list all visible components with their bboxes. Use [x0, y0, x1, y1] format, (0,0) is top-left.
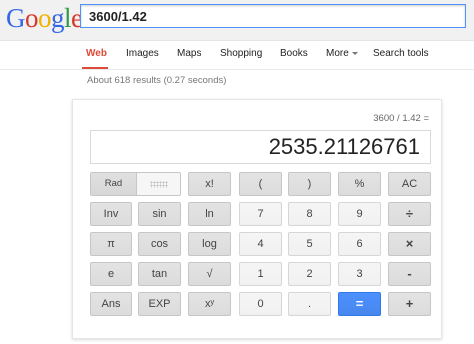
deg-button[interactable] [137, 173, 180, 195]
deg-dots-icon [150, 181, 168, 188]
calc-button-cos[interactable]: cos [138, 232, 181, 256]
calc-button-5[interactable]: 5 [288, 232, 331, 256]
logo-letter: o [25, 3, 39, 33]
calc-button-6[interactable]: 6 [338, 232, 381, 256]
calc-button-2[interactable]: 2 [288, 262, 331, 286]
caret-down-icon [351, 51, 358, 55]
calc-button-ans[interactable]: Ans [90, 292, 132, 316]
tab-more-label: More [326, 48, 349, 59]
calc-button-divide[interactable]: ÷ [388, 202, 431, 226]
calc-button-exp[interactable]: EXP [138, 292, 181, 316]
calc-history: 3600 / 1.42 = [373, 113, 429, 124]
calc-button-clear[interactable]: AC [388, 172, 431, 196]
calc-button-power[interactable]: xʸ [188, 292, 231, 316]
logo-letter: G [6, 3, 26, 33]
calc-button-inv[interactable]: Inv [90, 202, 132, 226]
calc-button-tan[interactable]: tan [138, 262, 181, 286]
logo-letter: o [38, 3, 52, 33]
calc-button-0[interactable]: 0 [239, 292, 282, 316]
search-input[interactable] [80, 4, 466, 28]
calc-button-e[interactable]: e [90, 262, 132, 286]
tab-maps[interactable]: Maps [177, 48, 201, 59]
tab-books[interactable]: Books [280, 48, 308, 59]
tab-web[interactable]: Web [86, 48, 107, 59]
calc-button-pi[interactable]: π [90, 232, 132, 256]
header-bar: Google [0, 0, 474, 41]
calc-button-4[interactable]: 4 [239, 232, 282, 256]
angle-mode-toggle: Rad [90, 172, 181, 196]
calc-button-9[interactable]: 9 [338, 202, 381, 226]
tab-images[interactable]: Images [126, 48, 159, 59]
calc-button-percent[interactable]: % [338, 172, 381, 196]
calc-button-close-paren[interactable]: ) [288, 172, 331, 196]
calc-button-log[interactable]: log [188, 232, 231, 256]
logo-letter: g [51, 3, 65, 33]
rad-button[interactable]: Rad [91, 173, 137, 195]
calc-button-minus[interactable]: - [388, 262, 431, 286]
logo-letter: l [64, 3, 72, 33]
calc-button-decimal[interactable]: . [288, 292, 331, 316]
calc-button-plus[interactable]: + [388, 292, 431, 316]
tab-more[interactable]: More [326, 48, 358, 59]
calc-button-1[interactable]: 1 [239, 262, 282, 286]
active-tab-indicator [82, 67, 108, 69]
result-stats: About 618 results (0.27 seconds) [87, 75, 227, 86]
calc-display: 2535.21126761 [90, 130, 431, 164]
calc-button-open-paren[interactable]: ( [239, 172, 282, 196]
tab-shopping[interactable]: Shopping [220, 48, 262, 59]
calc-button-sqrt[interactable]: √ [188, 262, 231, 286]
tab-search-tools[interactable]: Search tools [373, 48, 429, 59]
calc-button-3[interactable]: 3 [338, 262, 381, 286]
calc-button-8[interactable]: 8 [288, 202, 331, 226]
calc-button-ln[interactable]: ln [188, 202, 231, 226]
calc-button-factorial[interactable]: x! [188, 172, 231, 196]
calc-button-sin[interactable]: sin [138, 202, 181, 226]
calc-button-equals[interactable]: = [338, 292, 381, 316]
calc-button-multiply[interactable]: × [388, 232, 431, 256]
search-nav: Web Images Maps Shopping Books More Sear… [0, 41, 474, 70]
google-logo[interactable]: Google [6, 3, 83, 33]
calc-button-7[interactable]: 7 [239, 202, 282, 226]
